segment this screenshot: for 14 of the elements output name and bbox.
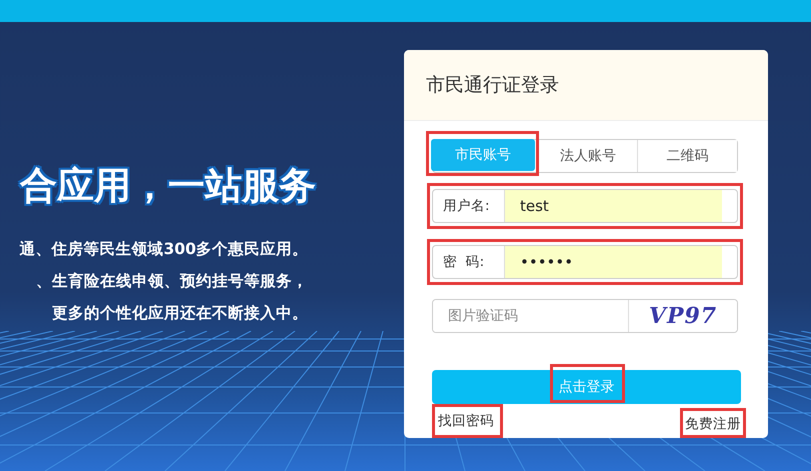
banner-text: 更多的个性化应用还在不断接入中。: [52, 303, 308, 324]
panel-title: 市民通行证登录: [426, 73, 559, 98]
banner-text: 通、住房等民生领域300多个惠民应用。: [20, 239, 308, 260]
captcha-image[interactable]: VP97: [628, 300, 737, 332]
captcha-field[interactable]: 图片验证码 VP97: [432, 299, 738, 333]
captcha-text: VP97: [648, 303, 718, 329]
login-field[interactable]: 密 码: ••••••: [432, 245, 738, 279]
banner-headline: 合应用，一站服务: [20, 163, 316, 209]
text-link[interactable]: 免费注册: [685, 416, 741, 432]
login-field[interactable]: 用户名: test: [432, 189, 738, 223]
text-link[interactable]: 找回密码: [438, 413, 494, 429]
input-value: test: [505, 190, 722, 222]
input-value: ••••••: [505, 246, 722, 278]
banner-text: 、生育险在线申领、预约挂号等服务，: [36, 271, 308, 292]
